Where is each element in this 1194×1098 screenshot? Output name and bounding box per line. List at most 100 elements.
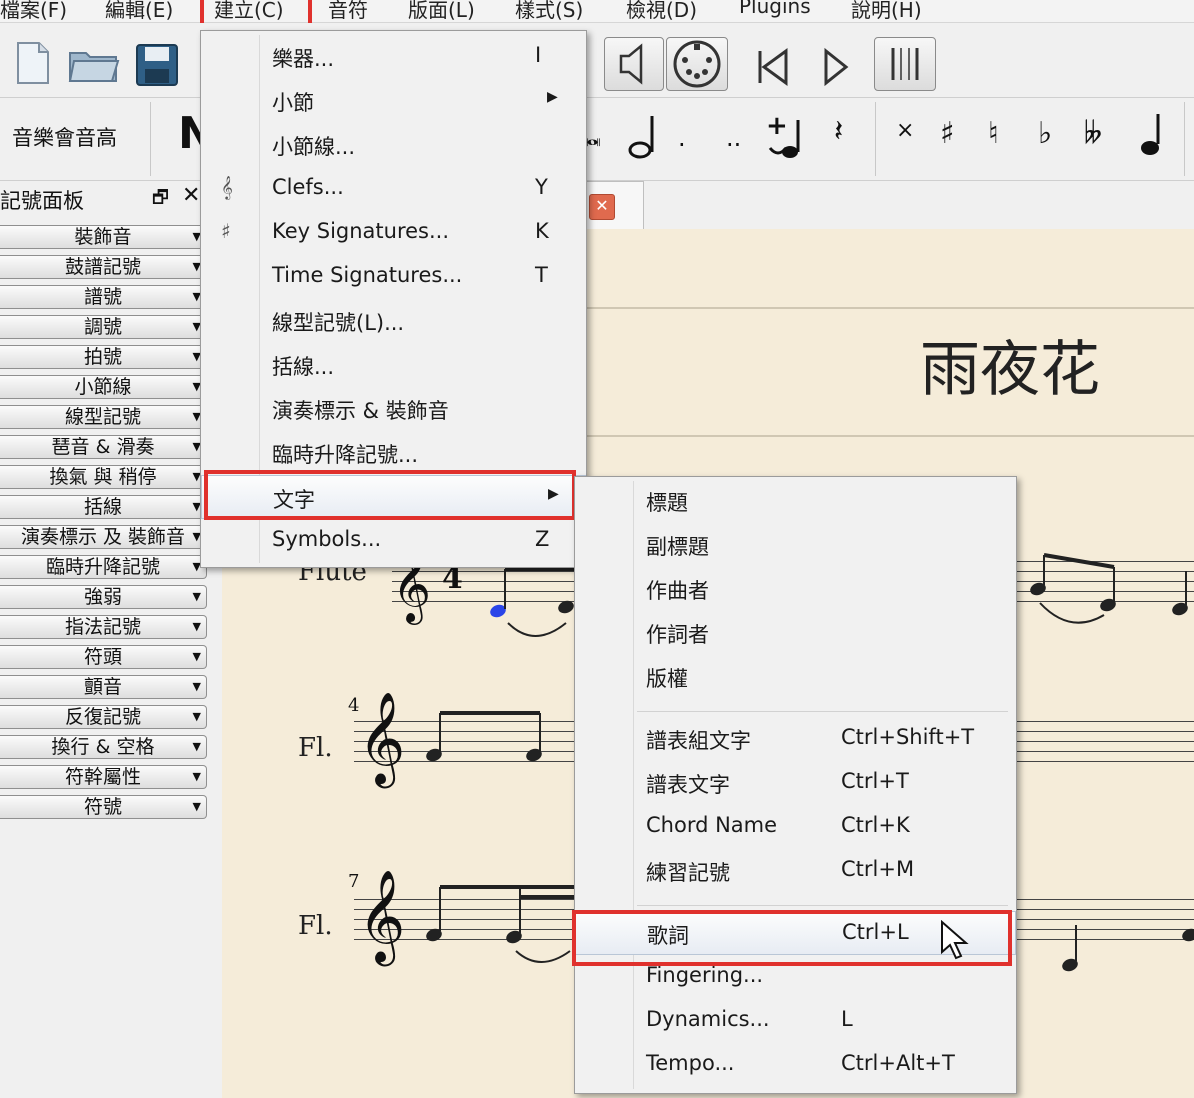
speaker-icon xyxy=(619,43,643,85)
create-menu-item[interactable]: 小節線... xyxy=(201,123,586,167)
repeat-icon xyxy=(891,48,919,80)
playback-toggle-button[interactable] xyxy=(604,37,664,91)
palette-section[interactable]: 小節線 ▼ xyxy=(0,375,207,399)
undock-icon[interactable]: 🗗 xyxy=(152,185,169,215)
palette-section[interactable]: 鼓譜記號 ▼ xyxy=(0,255,207,279)
menu-edit[interactable]: 編輯(E) xyxy=(105,0,173,23)
double-sharp-icon[interactable]: × xyxy=(896,118,914,143)
midi-input-button[interactable] xyxy=(666,37,728,91)
text-submenu-item[interactable]: Tempo... Ctrl+Alt+T xyxy=(575,1043,1016,1087)
palette-section[interactable]: 譜號 ▼ xyxy=(0,285,207,309)
new-file-icon[interactable] xyxy=(15,41,51,85)
create-menu-item[interactable]: 線型記號(L)... xyxy=(201,299,586,343)
palette-section[interactable]: 裝飾音 ▼ xyxy=(0,225,207,249)
create-menu-item[interactable]: 括線... xyxy=(201,343,586,387)
palette-section[interactable]: 顫音 ▼ xyxy=(0,675,207,699)
menu-item-label: 小節線... xyxy=(272,135,356,159)
sharp-icon[interactable]: ♯ xyxy=(940,116,955,151)
palette-section-label: 反復記號 xyxy=(64,706,141,728)
menu-layout[interactable]: 版面(L) xyxy=(408,0,475,23)
text-submenu-item[interactable]: 版權 xyxy=(575,655,1016,699)
rewind-icon[interactable] xyxy=(752,47,792,87)
palette-section-label: 顫音 xyxy=(83,676,122,698)
score-title[interactable]: 雨夜花 xyxy=(920,321,1100,408)
menu-style[interactable]: 樣式(S) xyxy=(515,0,583,23)
menu-item-label: Clefs... xyxy=(272,175,344,199)
text-submenu-item[interactable]: 譜表組文字 Ctrl+Shift+T xyxy=(575,717,1016,761)
palette-section[interactable]: 臨時升降記號 ▼ xyxy=(0,555,207,579)
menu-notes[interactable]: 音符 xyxy=(328,0,368,23)
close-icon[interactable]: ✕ xyxy=(182,183,200,208)
palette-section[interactable]: 符幹屬性 ▼ xyxy=(0,765,207,789)
create-menu-item[interactable]: 小節 ▶ xyxy=(201,79,586,123)
palette-section[interactable]: 琶音 & 滑奏 ▼ xyxy=(0,435,207,459)
double-flat-icon[interactable]: 𝄫 xyxy=(1084,116,1102,151)
whole-note-icon[interactable] xyxy=(624,112,658,160)
text-submenu-item[interactable]: Chord Name Ctrl+K xyxy=(575,805,1016,849)
flat-icon[interactable]: ♭ xyxy=(1038,116,1052,151)
palette-section[interactable]: 符號 ▼ xyxy=(0,795,207,819)
symbol-palette-panel: 記號面板 🗗 ✕ 裝飾音 ▼ 鼓譜記號 ▼ 譜號 ▼ 調號 ▼ 拍號 ▼ 小節線 ▼ 線型記號 ▼ 琶音 &… xyxy=(0,181,220,1098)
natural-icon[interactable]: ♮ xyxy=(988,116,999,151)
augmentation-dot-icon[interactable]: . xyxy=(678,124,686,152)
palette-section-label: 譜號 xyxy=(83,286,122,308)
palette-section[interactable]: 反復記號 ▼ xyxy=(0,705,207,729)
menu-item-label: 標題 xyxy=(646,491,688,515)
palette-section-label: 調號 xyxy=(83,316,122,338)
create-menu-item[interactable]: 樂器... I xyxy=(201,35,586,79)
open-folder-icon[interactable] xyxy=(68,45,120,85)
palette-section[interactable]: 換氣 與 稍停 ▼ xyxy=(0,465,207,489)
menu-create[interactable]: 建立(C) xyxy=(214,0,284,23)
close-tab-icon[interactable]: ✕ xyxy=(589,194,615,220)
play-icon[interactable] xyxy=(818,47,852,87)
create-menu-item[interactable]: 臨時升降記號... xyxy=(201,431,586,475)
toolbar-divider xyxy=(150,102,151,176)
menu-item-label: 歌詞 xyxy=(647,924,689,948)
text-submenu-item[interactable]: 副標題 xyxy=(575,523,1016,567)
create-menu-item[interactable]: 文字 ▶ xyxy=(201,475,586,519)
text-submenu-item[interactable]: Dynamics... L xyxy=(575,999,1016,1043)
palette-section[interactable]: 調號 ▼ xyxy=(0,315,207,339)
palette-section[interactable]: 指法記號 ▼ xyxy=(0,615,207,639)
menu-item-label: 演奏標示 & 裝飾音 xyxy=(272,399,449,423)
menu-item-shortcut: K xyxy=(535,219,549,243)
rest-icon[interactable]: 𝄽 xyxy=(834,114,843,149)
text-submenu-item[interactable]: 標題 xyxy=(575,479,1016,523)
palette-section[interactable]: 拍號 ▼ xyxy=(0,345,207,369)
menu-plugins[interactable]: Plugins xyxy=(739,0,811,18)
palette-section[interactable]: 括線 ▼ xyxy=(0,495,207,519)
save-icon[interactable] xyxy=(135,43,179,87)
create-menu-item[interactable]: 演奏標示 & 裝飾音 xyxy=(201,387,586,431)
menu-item-label: Chord Name xyxy=(646,813,778,837)
menu-item-shortcut: Ctrl+T xyxy=(841,769,909,793)
score-tab[interactable]: ✕ xyxy=(582,181,644,229)
chevron-down-icon: ▼ xyxy=(192,620,201,633)
palette-section[interactable]: 演奏標示 及 裝飾音 ▼ xyxy=(0,525,207,549)
menu-item-label: 樂器... xyxy=(272,47,335,71)
menu-file[interactable]: 檔案(F) xyxy=(0,0,67,23)
palette-section-label: 拍號 xyxy=(83,346,122,368)
double-dot-icon[interactable]: .. xyxy=(726,124,741,152)
flip-stem-icon[interactable] xyxy=(1136,110,1166,162)
concert-pitch-toggle[interactable]: 音樂會音高 xyxy=(12,122,117,152)
add-interval-icon[interactable]: + xyxy=(764,110,806,162)
create-menu-item[interactable]: Time Signatures... T xyxy=(201,255,586,299)
create-menu-item[interactable]: 𝄞 Clefs... Y xyxy=(201,167,586,211)
menu-item-label: 作詞者 xyxy=(646,623,709,647)
palette-section[interactable]: 符頭 ▼ xyxy=(0,645,207,669)
text-submenu-item[interactable]: 練習記號 Ctrl+M xyxy=(575,849,1016,893)
menu-view[interactable]: 檢視(D) xyxy=(626,0,697,23)
palette-section[interactable]: 換行 & 空格 ▼ xyxy=(0,735,207,759)
menu-separator xyxy=(637,711,1008,712)
menu-help[interactable]: 說明(H) xyxy=(851,0,922,23)
create-menu-item[interactable]: Symbols... Z xyxy=(201,519,586,563)
text-submenu-item[interactable]: 譜表文字 Ctrl+T xyxy=(575,761,1016,805)
text-submenu-item[interactable]: 作曲者 xyxy=(575,567,1016,611)
palette-section[interactable]: 線型記號 ▼ xyxy=(0,405,207,429)
repeat-playback-button[interactable] xyxy=(874,37,936,91)
create-menu-item[interactable]: ♯ Key Signatures... K xyxy=(201,211,586,255)
toolbar-divider xyxy=(875,102,876,176)
palette-section[interactable]: 強弱 ▼ xyxy=(0,585,207,609)
text-submenu-item[interactable]: 作詞者 xyxy=(575,611,1016,655)
menu-item-label: 副標題 xyxy=(646,535,709,559)
